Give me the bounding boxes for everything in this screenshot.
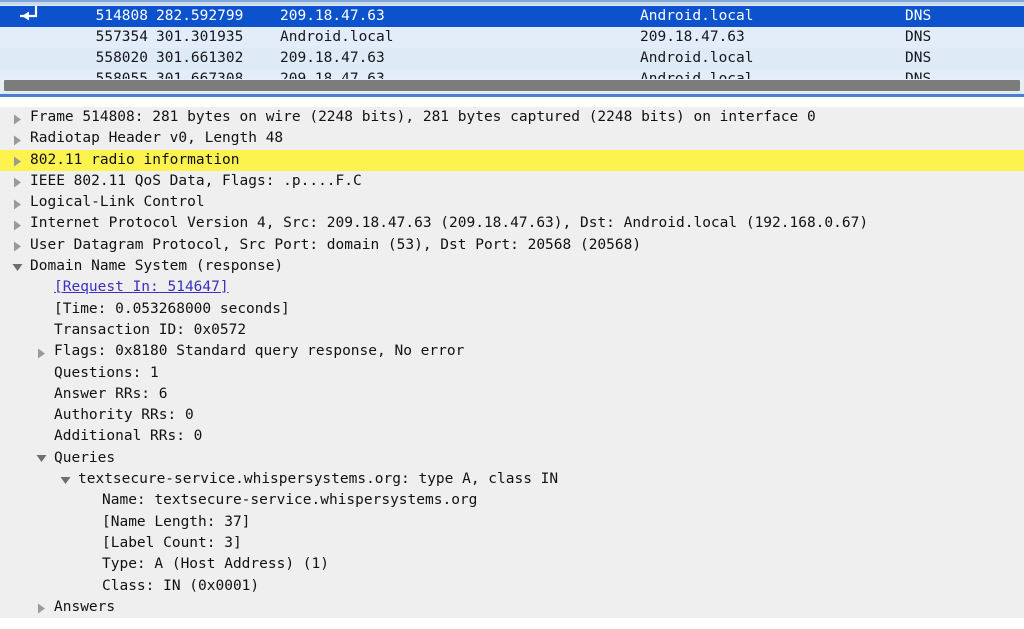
detail-tree-label: Queries — [54, 448, 115, 469]
packet-list-row[interactable]: 557354 301.301935 Android.local 209.18.47.6… — [0, 27, 1024, 48]
chevron-right-icon[interactable] — [8, 150, 26, 171]
detail-tree-label: Radiotap Header v0, Length 48 — [30, 128, 283, 149]
detail-tree-row[interactable]: Internet Protocol Version 4, Src: 209.18… — [0, 213, 1024, 234]
detail-tree-label: Name: textsecure-service.whispersystems.… — [102, 490, 477, 511]
detail-tree-label: Questions: 1 — [54, 363, 159, 384]
packet-number-cell: 558020 — [58, 48, 148, 69]
detail-tree-row[interactable]: User Datagram Protocol, Src Port: domain… — [0, 235, 1024, 256]
wireshark-window: 514808282.592799209.18.47.63Android.loca… — [0, 0, 1024, 629]
chevron-right-icon[interactable] — [32, 341, 50, 362]
detail-tree-row[interactable]: Domain Name System (response) — [0, 256, 1024, 277]
detail-tree-label: Flags: 0x8180 Standard query response, N… — [54, 341, 464, 362]
detail-tree-link[interactable]: [Request In: 514647] — [54, 277, 229, 298]
packet-marker-cell — [0, 48, 58, 69]
packet-list-row[interactable]: 558020 301.661302 209.18.47.63 Android.loca… — [0, 48, 1024, 69]
chevron-down-icon[interactable] — [8, 256, 26, 277]
detail-tree-label: Answer RRs: 6 — [54, 384, 168, 405]
chevron-right-icon[interactable] — [8, 171, 26, 192]
packet-source-cell: 209.18.47.63 — [280, 48, 630, 69]
packet-protocol-cell: DNS — [905, 6, 1015, 27]
detail-tree-label: User Datagram Protocol, Src Port: domain… — [30, 235, 641, 256]
detail-tree-label: textsecure-service.whispersystems.org: t… — [78, 469, 558, 490]
detail-tree-row[interactable]: Name: textsecure-service.whispersystems.… — [0, 490, 1024, 511]
chevron-right-icon[interactable] — [8, 213, 26, 234]
detail-tree-row[interactable]: [Time: 0.053268000 seconds] — [0, 299, 1024, 320]
chevron-right-icon[interactable] — [8, 128, 26, 149]
detail-tree-label: [Label Count: 3] — [102, 533, 242, 554]
packet-time-cell: 301.661302 — [156, 48, 274, 69]
detail-tree-label: Type: A (Host Address) (1) — [102, 554, 329, 575]
detail-tree-label: IEEE 802.11 QoS Data, Flags: .p....F.C — [30, 171, 362, 192]
pane-splitter[interactable] — [0, 97, 1024, 105]
detail-tree-row[interactable]: Type: A (Host Address) (1) — [0, 554, 1024, 575]
packet-time-cell: 301.301935 — [156, 27, 274, 48]
chevron-down-icon[interactable] — [32, 448, 50, 469]
chevron-right-icon[interactable] — [8, 235, 26, 256]
packet-number-cell: 514808 — [58, 6, 148, 27]
detail-tree-row[interactable]: Frame 514808: 281 bytes on wire (2248 bi… — [0, 107, 1024, 128]
packet-destination-cell: Android.local — [640, 6, 895, 27]
detail-tree-row[interactable]: Transaction ID: 0x0572 — [0, 320, 1024, 341]
packet-destination-cell: 209.18.47.63 — [640, 27, 895, 48]
packet-destination-cell: Android.local — [640, 48, 895, 69]
related-packet-arrow-icon — [6, 6, 46, 27]
detail-tree-row[interactable]: [Label Count: 3] — [0, 533, 1024, 554]
detail-tree-row[interactable]: Logical-Link Control — [0, 192, 1024, 213]
detail-tree-label: Domain Name System (response) — [30, 256, 283, 277]
detail-tree-label: Authority RRs: 0 — [54, 405, 194, 426]
scrollbar-thumb[interactable] — [4, 80, 1020, 91]
packet-time-cell: 282.592799 — [156, 6, 274, 27]
chevron-down-icon[interactable] — [56, 469, 74, 490]
detail-tree-row[interactable]: Answers — [0, 597, 1024, 618]
detail-tree-label: Transaction ID: 0x0572 — [54, 320, 246, 341]
detail-tree-row[interactable]: 802.11 radio information — [0, 150, 1024, 171]
detail-tree-label: Answers — [54, 597, 115, 618]
detail-tree-row[interactable]: textsecure-service.whispersystems.org: t… — [0, 469, 1024, 490]
packet-detail-pane[interactable]: Frame 514808: 281 bytes on wire (2248 bi… — [0, 105, 1024, 629]
packet-list-rows[interactable]: 514808282.592799209.18.47.63Android.loca… — [0, 6, 1024, 90]
packet-marker-cell — [0, 6, 58, 27]
detail-tree-label: Logical-Link Control — [30, 192, 205, 213]
packet-marker-cell — [0, 27, 58, 48]
detail-tree-row[interactable]: Flags: 0x8180 Standard query response, N… — [0, 341, 1024, 362]
packet-number-cell: 557354 — [58, 27, 148, 48]
packet-list-horizontal-scrollbar[interactable] — [0, 79, 1024, 92]
detail-tree-label: Frame 514808: 281 bytes on wire (2248 bi… — [30, 107, 816, 128]
packet-list-top-edge — [0, 2, 1024, 5]
packet-protocol-cell: DNS — [905, 27, 1015, 48]
packet-source-cell: 209.18.47.63 — [280, 6, 630, 27]
detail-tree-label: Additional RRs: 0 — [54, 426, 202, 447]
detail-tree-label: [Name Length: 37] — [102, 512, 250, 533]
detail-tree-row[interactable]: Additional RRs: 0 — [0, 426, 1024, 447]
detail-tree-row[interactable]: [Request In: 514647] — [0, 277, 1024, 298]
detail-tree-row[interactable]: Authority RRs: 0 — [0, 405, 1024, 426]
detail-tree-row[interactable]: Radiotap Header v0, Length 48 — [0, 128, 1024, 149]
chevron-right-icon[interactable] — [8, 192, 26, 213]
detail-tree-row[interactable]: Class: IN (0x0001) — [0, 576, 1024, 597]
packet-list-pane[interactable]: 514808282.592799209.18.47.63Android.loca… — [0, 0, 1024, 105]
packet-source-cell: Android.local — [280, 27, 630, 48]
detail-tree-label: [Time: 0.053268000 seconds] — [54, 299, 290, 320]
detail-tree-label: 802.11 radio information — [30, 150, 240, 171]
detail-tree-row[interactable]: [Name Length: 37] — [0, 512, 1024, 533]
detail-tree-row[interactable]: IEEE 802.11 QoS Data, Flags: .p....F.C — [0, 171, 1024, 192]
detail-tree-row[interactable]: Questions: 1 — [0, 363, 1024, 384]
detail-tree-label: Class: IN (0x0001) — [102, 576, 259, 597]
chevron-right-icon[interactable] — [8, 107, 26, 128]
chevron-right-icon[interactable] — [32, 597, 50, 618]
packet-protocol-cell: DNS — [905, 48, 1015, 69]
detail-tree-label: Internet Protocol Version 4, Src: 209.18… — [30, 213, 868, 234]
packet-list-row[interactable]: 514808 282.592799 209.18.47.63 Android.loca… — [0, 6, 1024, 27]
detail-tree-row[interactable]: Queries — [0, 448, 1024, 469]
detail-tree-row[interactable]: Answer RRs: 6 — [0, 384, 1024, 405]
